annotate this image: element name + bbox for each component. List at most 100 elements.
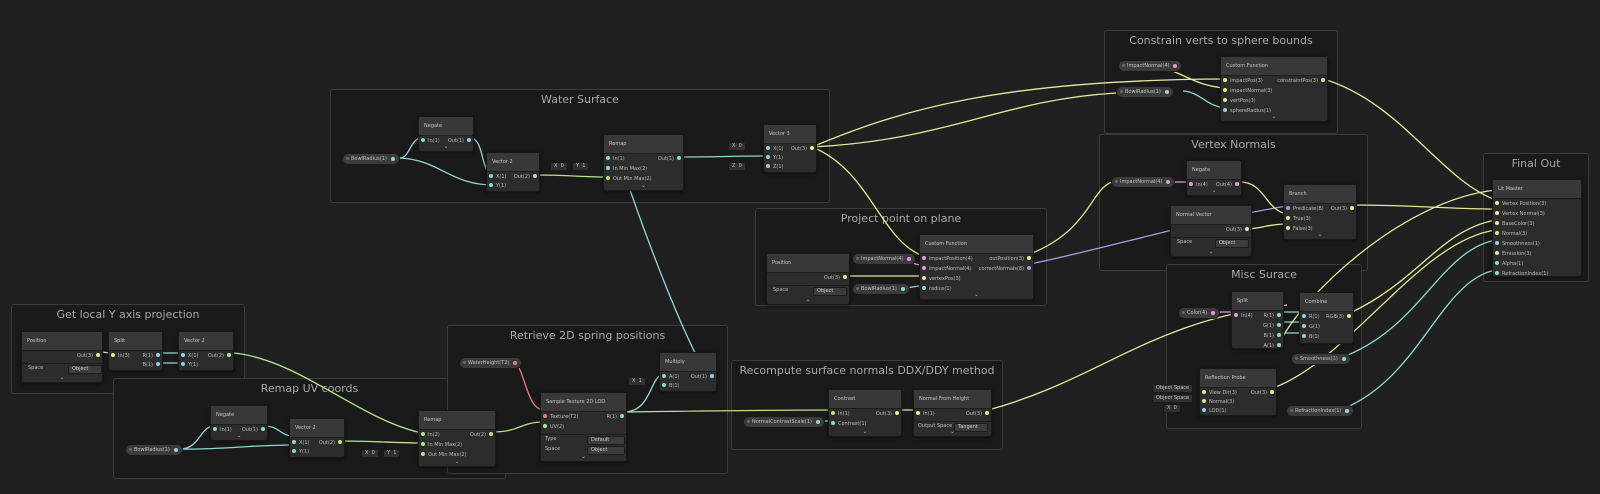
node-multiply[interactable]: Multiply A(1) B(1) Out(1) — [659, 352, 717, 392]
collapse-chevron-icon[interactable]: ⌄ — [419, 458, 495, 465]
property-smoothness[interactable]: Smoothness(1) — [1291, 353, 1351, 365]
node-contrast[interactable]: Contrast In(1) Contrast(1) Out(3) ⌄ — [828, 389, 902, 437]
port-b[interactable]: B(1) — [142, 360, 162, 370]
node-remap[interactable]: Remap In(1) In Min Max(2) Out Min Max(2)… — [603, 134, 684, 191]
node-vector2[interactable]: Vector 2 X(1) Y(1) Out(2) — [289, 418, 345, 458]
node-vector2[interactable]: Vector 2 X(1) Y(1) Out(2) — [178, 331, 234, 371]
port-y[interactable]: Y(1) — [487, 181, 506, 191]
port-out[interactable]: Out(2) — [514, 172, 539, 182]
property-water-height[interactable]: WaterHeight(T2) — [459, 357, 523, 369]
port-smoothness[interactable]: Smoothness(1) — [1493, 239, 1540, 249]
port-out[interactable]: constraintPos(3) — [1277, 76, 1327, 86]
port-normal[interactable]: Normal(3) — [1493, 229, 1527, 239]
port-in[interactable]: impactPos(3) — [1221, 76, 1263, 86]
collapse-chevron-icon[interactable]: ⌄ — [604, 182, 683, 189]
property-impact-normal[interactable]: ImpactNormal(4) — [852, 253, 917, 265]
collapse-chevron-icon[interactable]: ⌄ — [1171, 248, 1251, 255]
port-y[interactable]: Y(1) — [290, 447, 309, 457]
collapse-chevron-icon[interactable]: ⌄ — [920, 291, 1033, 298]
port-out[interactable]: Out(3) — [824, 273, 849, 283]
node-lit-master[interactable]: Lit Master Vertex Position(3) Vertex Nor… — [1492, 179, 1582, 277]
collapse-chevron-icon[interactable]: ⌄ — [914, 428, 991, 435]
port-g[interactable]: G(1) — [1263, 321, 1283, 331]
inline-z-field[interactable]: Z 0 — [728, 162, 746, 171]
port-r[interactable]: R(1) — [1263, 311, 1283, 321]
property-bowl-radius[interactable]: BowlRadius(1) — [1116, 86, 1174, 98]
port-out[interactable]: Out(3) — [791, 144, 816, 154]
collapse-chevron-icon[interactable]: ⌄ — [767, 296, 849, 303]
node-combine[interactable]: Combine R(1) G(1) B(1) RGB(3) — [1299, 292, 1354, 344]
port-vertex-position[interactable]: Vertex Position(3) — [1493, 199, 1546, 209]
collapse-chevron-icon[interactable]: ⌄ — [1284, 231, 1356, 238]
port-in[interactable]: vertPos(3) — [1221, 96, 1256, 106]
port-out[interactable]: Out(3) — [1331, 204, 1356, 214]
node-remap[interactable]: Remap In(2) In Min Max(2) Out Min Max(2)… — [418, 410, 496, 467]
collapse-chevron-icon[interactable]: ⌄ — [1221, 113, 1327, 120]
lod-x-field[interactable]: X 0 — [1163, 404, 1181, 413]
port-vertex-normal[interactable]: Vertex Normal(3) — [1493, 209, 1545, 219]
group-water-surface[interactable]: Water Surface — [330, 89, 830, 203]
node-reflection-probe[interactable]: Reflection Probe View Dir(3) Normal(3) L… — [1199, 368, 1277, 416]
port-in[interactable]: In(2) — [419, 430, 440, 440]
node-custom-function[interactable]: Custom Function impactPosition(4) impact… — [919, 234, 1034, 300]
inline-x-field[interactable]: X 0 — [728, 142, 746, 151]
port-in[interactable]: impactPosition(4) — [920, 254, 973, 264]
port-true[interactable]: True(3) — [1284, 214, 1311, 224]
node-position[interactable]: Position Out(3) Space Object ⌄ — [766, 253, 850, 305]
port-out[interactable]: Out(3) — [876, 409, 901, 419]
port-out[interactable]: Out(2) — [208, 351, 233, 361]
port-out[interactable]: Out(2) — [470, 430, 495, 440]
port-in[interactable]: vertexPos(3) — [920, 274, 961, 284]
collapse-chevron-icon[interactable]: ⌄ — [211, 432, 267, 439]
port-a[interactable]: A(1) — [1263, 341, 1283, 351]
port-y[interactable]: Y(1) — [179, 360, 198, 370]
space-dropdown[interactable]: Object — [1215, 239, 1249, 248]
port-refraction-index[interactable]: RefractionIndex(1) — [1493, 269, 1548, 279]
inline-y-field[interactable]: Y 1 — [572, 162, 590, 171]
node-negate[interactable]: Negate In(1) Out(1) ⌄ — [210, 405, 268, 441]
port-z[interactable]: Z(1) — [764, 162, 784, 172]
port-in[interactable]: In(3) — [109, 351, 130, 361]
property-impact-normal[interactable]: ImpactNormal(4) — [1111, 176, 1176, 188]
port-in-min-max[interactable]: In Min Max(2) — [604, 164, 647, 174]
node-position[interactable]: Position Out(3) Space Object ⌄ — [21, 331, 103, 383]
port-emission[interactable]: Emission(3) — [1493, 249, 1531, 259]
node-negate[interactable]: Negate In(1) Out(1) ⌄ — [418, 116, 474, 152]
port-out[interactable]: Out(2) — [319, 438, 344, 448]
property-impact-normal[interactable]: ImpactNormal(4) — [1118, 60, 1183, 72]
node-split[interactable]: Split In(3) R(1) B(1) — [108, 331, 163, 371]
port-in-min-max[interactable]: In Min Max(2) — [419, 440, 462, 450]
port-out[interactable]: correctNormals(8) — [979, 264, 1033, 274]
port-alpha[interactable]: Alpha(1) — [1493, 259, 1523, 269]
type-dropdown[interactable]: Default — [587, 436, 625, 445]
inline-y-field[interactable]: Y 1 — [383, 449, 401, 458]
node-vector3[interactable]: Vector 3 X(1) Y(1) Z(1) Out(3) — [763, 124, 817, 173]
port-uv[interactable]: UV(2) — [541, 422, 564, 432]
port-b[interactable]: B(1) — [1263, 331, 1283, 341]
property-bowl-radius[interactable]: BowlRadius(1) — [852, 283, 910, 295]
port-predicate[interactable]: Predicate(B) — [1284, 204, 1324, 214]
view-dir-space-field[interactable]: Object Space — [1152, 384, 1194, 393]
normal-space-field[interactable]: Object Space — [1152, 394, 1194, 403]
node-negate[interactable]: Negate In(4) Out(4) ⌄ — [1186, 160, 1242, 196]
node-split[interactable]: Split In(4) R(1) G(1) B(1) A(1) — [1231, 291, 1284, 349]
port-out[interactable]: Out(3) — [1251, 388, 1276, 398]
port-lod[interactable]: LOD(1) — [1200, 406, 1226, 416]
port-r[interactable]: R(1) — [1300, 312, 1320, 322]
collapse-chevron-icon[interactable]: ⌄ — [22, 374, 102, 381]
inline-x-field[interactable]: X 1 — [628, 377, 646, 386]
inline-x-field[interactable]: X 0 — [550, 162, 568, 171]
space-dropdown[interactable]: Object — [813, 287, 847, 296]
node-custom-function[interactable]: Custom Function impactPos(3) impactNorma… — [1220, 56, 1328, 122]
property-refraction-index[interactable]: RefractionIndex(1) — [1286, 405, 1355, 417]
collapse-chevron-icon[interactable]: ⌄ — [1187, 187, 1241, 194]
port-in[interactable]: impactNormal(4) — [920, 264, 971, 274]
port-in[interactable]: impactNormal(3) — [1221, 86, 1272, 96]
inline-x-field[interactable]: X 0 — [361, 449, 379, 458]
port-b[interactable]: B(1) — [660, 381, 680, 391]
port-base-color[interactable]: BaseColor(3) — [1493, 219, 1534, 229]
space-dropdown[interactable]: Object — [68, 365, 102, 374]
port-rgb[interactable]: RGB(3) — [1326, 312, 1353, 322]
port-b[interactable]: B(1) — [1300, 332, 1320, 342]
port-out[interactable]: Out(1) — [658, 154, 683, 164]
